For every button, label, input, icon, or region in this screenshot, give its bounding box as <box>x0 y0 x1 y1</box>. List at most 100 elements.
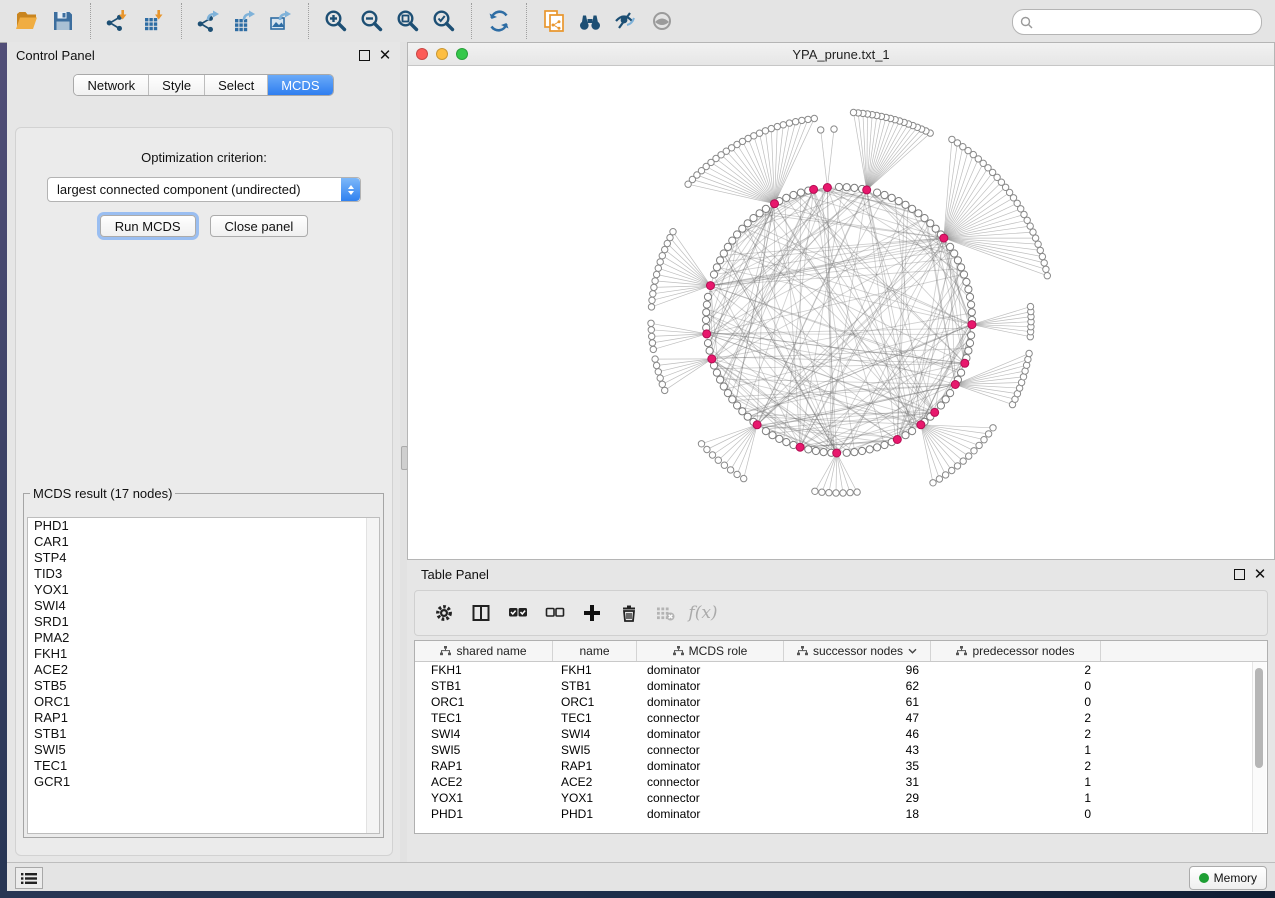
table-row[interactable]: PHD1PHD1dominator180 <box>415 806 1267 822</box>
copy-network-document-button[interactable] <box>539 6 569 36</box>
preview-eye-button[interactable] <box>647 6 677 36</box>
table-row[interactable]: SWI5SWI5connector431 <box>415 742 1267 758</box>
tab-mcds[interactable]: MCDS <box>268 75 332 95</box>
cell-name: FKH1 <box>553 663 637 677</box>
column-header-predecessor_nodes[interactable]: predecessor nodes <box>931 641 1101 661</box>
cell-name: YOX1 <box>553 791 637 805</box>
add-column-button[interactable] <box>578 599 606 627</box>
control-panel: Control Panel ✕ NetworkStyleSelectMCDS O… <box>7 42 401 862</box>
float-table-panel-icon[interactable] <box>1233 568 1245 580</box>
mcds-result-item[interactable]: SRD1 <box>28 614 379 630</box>
table-row[interactable]: ORC1ORC1dominator610 <box>415 694 1267 710</box>
tab-style[interactable]: Style <box>149 75 205 95</box>
refresh-view-button[interactable] <box>484 6 514 36</box>
mcds-result-item[interactable]: GCR1 <box>28 774 379 790</box>
cell-predecessor_nodes: 1 <box>931 743 1101 757</box>
export-network-button[interactable] <box>194 6 224 36</box>
mcds-result-item[interactable]: TEC1 <box>28 758 379 774</box>
close-panel-icon[interactable]: ✕ <box>379 49 391 61</box>
export-table-button[interactable] <box>230 6 260 36</box>
mcds-result-item[interactable]: PMA2 <box>28 630 379 646</box>
mcds-result-item[interactable]: YOX1 <box>28 582 379 598</box>
table-row[interactable]: TEC1TEC1connector472 <box>415 710 1267 726</box>
cell-shared_name: SWI5 <box>415 743 553 757</box>
column-header-name[interactable]: name <box>553 641 637 661</box>
zoom-in-button[interactable] <box>321 6 351 36</box>
mcds-result-item[interactable]: FKH1 <box>28 646 379 662</box>
search-input[interactable] <box>1033 15 1261 30</box>
mcds-result-item[interactable]: PHD1 <box>28 518 379 534</box>
cell-successor_nodes: 46 <box>784 727 931 741</box>
preview-eye-icon <box>650 9 674 33</box>
sort-chevron-icon <box>908 648 917 654</box>
close-table-panel-icon[interactable]: ✕ <box>1254 568 1266 580</box>
mcds-result-item[interactable]: CAR1 <box>28 534 379 550</box>
table-row[interactable]: RAP1RAP1dominator352 <box>415 758 1267 774</box>
import-table-button[interactable] <box>139 6 169 36</box>
delete-column-button[interactable] <box>615 599 643 627</box>
column-tree-icon <box>797 646 808 656</box>
zoom-in-icon <box>324 9 348 33</box>
import-network-button[interactable] <box>103 6 133 36</box>
optimization-criterion-label: Optimization criterion: <box>16 150 392 165</box>
table-row[interactable]: STB1STB1dominator620 <box>415 678 1267 694</box>
save-session-button[interactable] <box>48 6 78 36</box>
criterion-dropdown[interactable]: largest connected component (undirected) <box>47 177 361 202</box>
table-row[interactable]: ACE2ACE2connector311 <box>415 774 1267 790</box>
hide-selected-button[interactable] <box>611 6 641 36</box>
cell-shared_name: ORC1 <box>415 695 553 709</box>
export-image-button[interactable] <box>266 6 296 36</box>
cell-name: SWI5 <box>553 743 637 757</box>
open-file-icon <box>15 9 39 33</box>
mcds-list-scrollbar[interactable] <box>366 518 379 833</box>
status-bar: Memory <box>7 862 1275 891</box>
open-file-button[interactable] <box>12 6 42 36</box>
refresh-view-icon <box>487 9 511 33</box>
mcds-result-item[interactable]: SWI5 <box>28 742 379 758</box>
mcds-result-item[interactable]: ACE2 <box>28 662 379 678</box>
mcds-result-item[interactable]: TID3 <box>28 566 379 582</box>
column-label: predecessor nodes <box>972 644 1074 658</box>
column-header-mcds_role[interactable]: MCDS role <box>637 641 784 661</box>
table-row[interactable]: FKH1FKH1dominator962 <box>415 662 1267 678</box>
close-panel-button[interactable]: Close panel <box>210 215 309 237</box>
column-header-successor_nodes[interactable]: successor nodes <box>784 641 931 661</box>
mcds-result-item[interactable]: STB1 <box>28 726 379 742</box>
zoom-out-button[interactable] <box>357 6 387 36</box>
column-visibility-button[interactable] <box>467 599 495 627</box>
mcds-result-item[interactable]: RAP1 <box>28 710 379 726</box>
mcds-result-item[interactable]: SWI4 <box>28 598 379 614</box>
zoom-selected-button[interactable] <box>429 6 459 36</box>
memory-button[interactable]: Memory <box>1189 866 1267 890</box>
control-panel-titlebar: Control Panel ✕ <box>7 42 400 68</box>
tab-select[interactable]: Select <box>205 75 268 95</box>
table-row[interactable]: YOX1YOX1connector291 <box>415 790 1267 806</box>
panel-splitter[interactable] <box>400 42 407 862</box>
column-tree-icon <box>440 646 451 656</box>
float-panel-icon[interactable] <box>358 49 370 61</box>
main-toolbar <box>0 0 1275 43</box>
network-canvas[interactable] <box>408 66 1274 560</box>
zoom-fit-button[interactable] <box>393 6 423 36</box>
cell-shared_name: RAP1 <box>415 759 553 773</box>
mcds-result-list[interactable]: PHD1CAR1STP4TID3YOX1SWI4SRD1PMA2FKH1ACE2… <box>27 517 380 834</box>
table-row[interactable]: SWI4SWI4dominator462 <box>415 726 1267 742</box>
show-panels-button[interactable] <box>15 867 43 889</box>
search-icon <box>1020 16 1033 29</box>
column-label: shared name <box>456 644 526 658</box>
cell-predecessor_nodes: 0 <box>931 679 1101 693</box>
mcds-result-item[interactable]: ORC1 <box>28 694 379 710</box>
run-mcds-button[interactable]: Run MCDS <box>100 215 196 237</box>
mcds-result-item[interactable]: STB5 <box>28 678 379 694</box>
column-tree-icon <box>956 646 967 656</box>
tab-network[interactable]: Network <box>74 75 149 95</box>
search-box[interactable] <box>1012 9 1262 35</box>
deselect-all-rows-button[interactable] <box>541 599 569 627</box>
column-header-shared_name[interactable]: shared name <box>415 641 553 661</box>
table-settings-gear-button[interactable] <box>430 599 458 627</box>
mcds-result-item[interactable]: STP4 <box>28 550 379 566</box>
cell-successor_nodes: 47 <box>784 711 931 725</box>
find-binoculars-button[interactable] <box>575 6 605 36</box>
select-all-rows-button[interactable] <box>504 599 532 627</box>
table-scrollbar[interactable] <box>1252 662 1266 832</box>
